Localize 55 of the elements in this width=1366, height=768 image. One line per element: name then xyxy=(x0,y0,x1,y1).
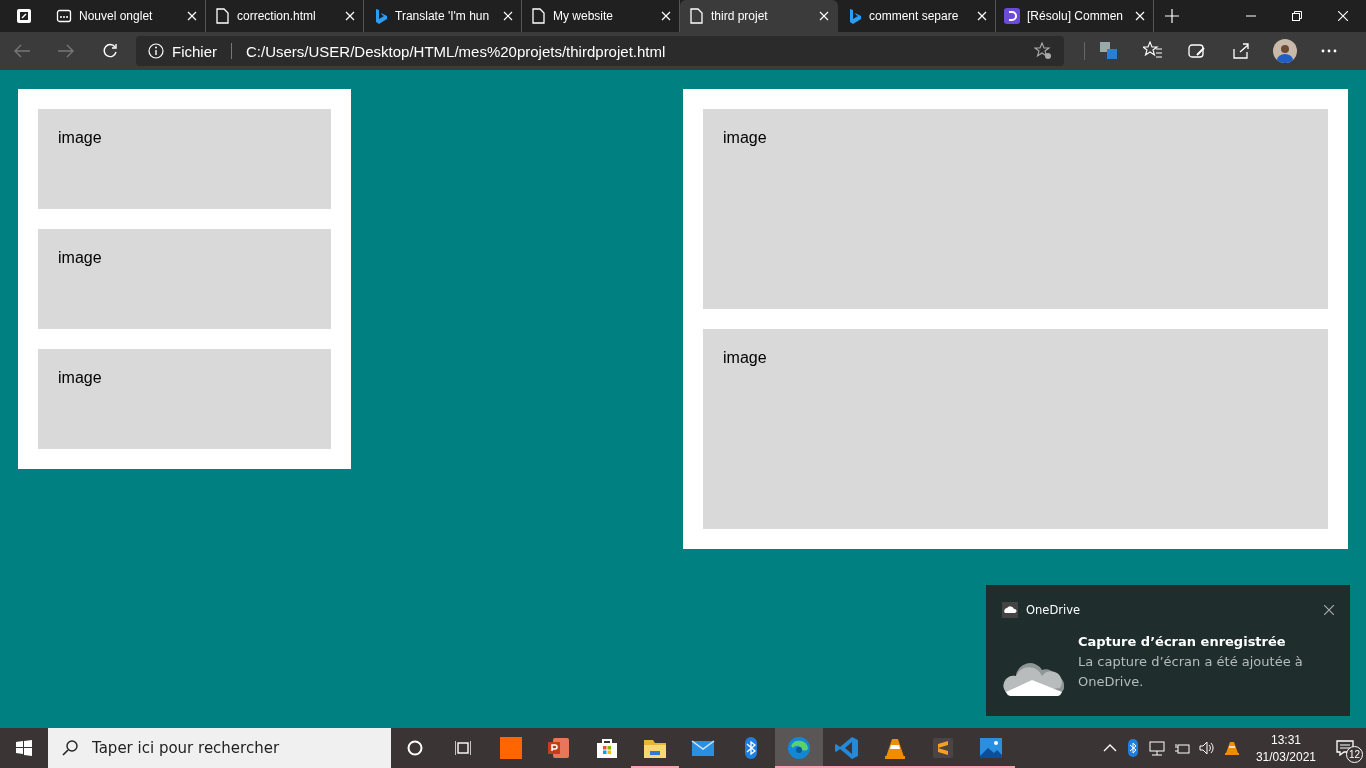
back-icon[interactable] xyxy=(14,43,30,59)
restore-icon[interactable] xyxy=(1292,11,1302,21)
network-icon[interactable] xyxy=(1148,740,1165,756)
notification-message: La capture d’écran a été ajoutée à OneDrive. xyxy=(1078,653,1304,691)
address-field[interactable]: Fichier C:/Users/USER/Desktop/HTML/mes%20projets/thirdprojet.html xyxy=(136,36,1064,66)
placeholder-label: image xyxy=(723,349,767,367)
forward-icon[interactable] xyxy=(58,43,74,59)
circle-icon[interactable] xyxy=(407,740,423,756)
share-icon[interactable] xyxy=(1231,41,1251,61)
task-view-icon[interactable] xyxy=(455,740,471,756)
refresh-icon[interactable] xyxy=(102,43,118,59)
site-label: Fichier xyxy=(172,42,217,60)
more-icon[interactable] xyxy=(1321,49,1337,53)
chevron-up-icon[interactable] xyxy=(1102,743,1117,753)
tab-title: Nouvel onglet xyxy=(79,9,154,23)
document-icon xyxy=(530,8,546,24)
tab-title: [Résolu] Commen xyxy=(1027,9,1125,23)
url-input[interactable]: C:/Users/USER/Desktop/HTML/mes%20projets/thirdprojet.html xyxy=(246,42,1026,60)
speaker-icon[interactable] xyxy=(1198,740,1215,756)
add-favorite-icon[interactable] xyxy=(1034,42,1052,60)
traffic-cone-icon[interactable] xyxy=(1223,740,1240,756)
tab-title: third projet xyxy=(711,9,769,23)
tab-title: My website xyxy=(553,9,615,23)
notification-count: 12 xyxy=(1346,746,1363,763)
tab-title: Translate 'I'm hun xyxy=(395,9,491,23)
app-name: OneDrive xyxy=(1026,603,1081,617)
collections-icon[interactable] xyxy=(1187,41,1207,61)
favorites-icon[interactable] xyxy=(1143,41,1163,61)
document-icon xyxy=(214,8,230,24)
tab-title: correction.html xyxy=(237,9,317,23)
browser-tab[interactable]: third projet xyxy=(680,0,838,32)
notification-title: Capture d’écran enregistrée xyxy=(1078,634,1287,649)
document-icon xyxy=(688,8,704,24)
forum-logo-icon xyxy=(1004,8,1020,24)
new-tab-icon[interactable] xyxy=(1165,9,1179,23)
info-icon[interactable] xyxy=(148,43,164,59)
placeholder-label: image xyxy=(58,369,102,387)
square-logo-icon xyxy=(497,734,525,762)
search-field[interactable]: Taper ici pour rechercher xyxy=(48,728,391,768)
placeholder-label: image xyxy=(723,129,767,147)
avatar-icon[interactable] xyxy=(1273,39,1297,63)
cloud-icon xyxy=(1002,602,1018,618)
tab-actions-icon[interactable] xyxy=(16,8,32,24)
placeholder-label: image xyxy=(58,129,102,147)
search-icon xyxy=(62,740,78,756)
window-icon xyxy=(56,8,72,24)
tab-title: comment separe xyxy=(869,9,960,23)
placeholder-label: image xyxy=(58,249,102,267)
search-input[interactable]: Taper ici pour rechercher xyxy=(90,738,377,758)
code-editor-icon xyxy=(833,734,861,762)
close-icon[interactable] xyxy=(1324,605,1334,615)
bluetooth-icon[interactable] xyxy=(1125,739,1140,757)
clock[interactable]: 13:31 31/03/2021 xyxy=(1247,728,1324,768)
windows-logo-icon[interactable] xyxy=(16,740,32,756)
translate-icon[interactable] xyxy=(1099,41,1119,61)
